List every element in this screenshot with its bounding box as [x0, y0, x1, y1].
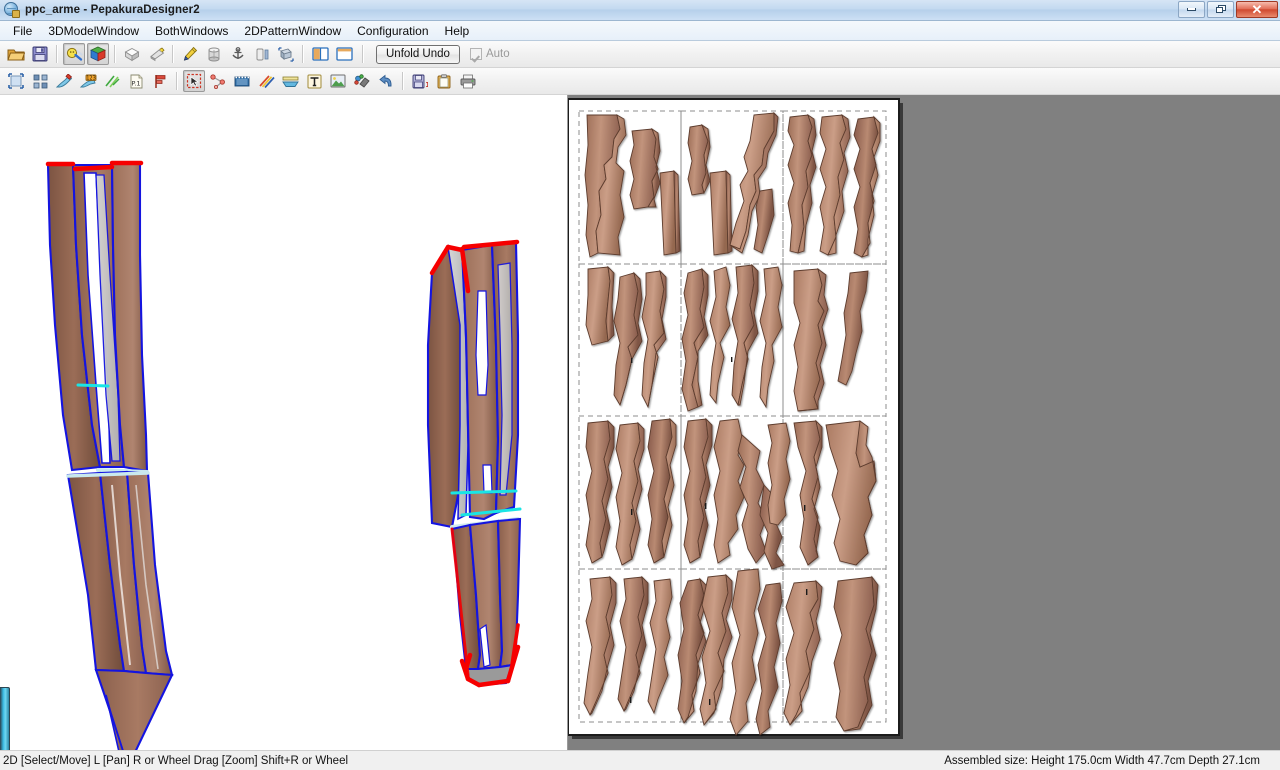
model-limb-left-lower	[66, 470, 174, 750]
save-page-icon[interactable]: 1	[409, 70, 431, 92]
window-title: ppc_arme - PepakuraDesigner2	[25, 4, 200, 16]
menu-item-help[interactable]: Help	[437, 22, 478, 40]
toolbar-separator	[176, 72, 178, 90]
unfold-undo-button[interactable]: Unfold Undo	[376, 44, 460, 64]
maximize-button[interactable]	[1207, 1, 1234, 18]
toolbar-separator	[402, 72, 404, 90]
model-limb-right-lower	[450, 517, 522, 688]
image-tool-icon[interactable]	[327, 70, 349, 92]
3d-model-pane[interactable]	[0, 95, 568, 750]
toolbar-separator	[302, 45, 304, 63]
edge-connect-icon[interactable]	[207, 70, 229, 92]
window-controls: ✕	[1178, 1, 1278, 18]
clipboard-icon[interactable]	[433, 70, 455, 92]
split-window-icon[interactable]	[309, 43, 331, 65]
cylinder-icon[interactable]	[203, 43, 225, 65]
page-number-icon[interactable]: P.1	[125, 70, 147, 92]
model-limb-right	[426, 239, 522, 529]
single-window-icon[interactable]	[333, 43, 355, 65]
hidden-panel-edge-handle[interactable]	[0, 687, 10, 750]
menu-bar: File 3DModelWindow BothWindows 2DPattern…	[0, 21, 1280, 41]
rotate-model-icon[interactable]	[275, 43, 297, 65]
svg-text:P.1: P.1	[131, 79, 140, 87]
flat-shading-icon[interactable]	[121, 43, 143, 65]
arrange-parts-icon[interactable]	[29, 70, 51, 92]
close-button[interactable]: ✕	[1236, 1, 1278, 18]
save-disk-icon[interactable]	[29, 43, 51, 65]
auto-label: Auto	[485, 48, 510, 60]
print-icon[interactable]	[457, 70, 479, 92]
minimize-icon	[1187, 8, 1196, 11]
auto-checkbox[interactable]: Auto	[469, 48, 510, 60]
open-folder-icon[interactable]	[5, 43, 27, 65]
primary-toolbar: Unfold Undo Auto	[0, 41, 1280, 68]
select-region-icon[interactable]	[5, 70, 27, 92]
maximize-icon	[1215, 5, 1226, 14]
toolbar-separator	[172, 45, 174, 63]
toolbar-separator	[362, 45, 364, 63]
menu-item-configuration[interactable]: Configuration	[349, 22, 436, 40]
menu-item-3dmodelwindow[interactable]: 3DModelWindow	[40, 22, 147, 40]
minimize-button[interactable]	[1178, 1, 1205, 18]
checkbox-icon	[469, 48, 482, 60]
unfold-tool-icon[interactable]	[63, 43, 85, 65]
color-cube-icon[interactable]	[87, 43, 109, 65]
anchor-join-icon[interactable]	[227, 43, 249, 65]
app-globe-scissors-icon	[4, 2, 20, 18]
pencil-edit-icon[interactable]	[179, 43, 201, 65]
2d-pattern-pane[interactable]	[568, 95, 1280, 750]
flap-tab-icon[interactable]	[279, 70, 301, 92]
number-labels-icon[interactable]: 123	[77, 70, 99, 92]
svg-text:123: 123	[86, 75, 96, 81]
assembled-size-readout: Assembled size: Height 175.0cm Width 47.…	[944, 754, 1260, 767]
smooth-shading-icon[interactable]	[145, 43, 167, 65]
status-hint: 2D [Select/Move] L [Pan] R or Wheel Drag…	[3, 754, 349, 767]
status-bar: 2D [Select/Move] L [Pan] R or Wheel Drag…	[0, 750, 1280, 770]
fold-line-icon[interactable]	[255, 70, 277, 92]
model-limb-left	[45, 160, 149, 474]
title-bar: ppc_arme - PepakuraDesigner2 ✕	[0, 0, 1280, 21]
menu-item-bothwindows[interactable]: BothWindows	[147, 22, 236, 40]
close-icon: ✕	[1251, 2, 1263, 17]
3d-model-canvas	[45, 160, 522, 750]
flip-edge-icon[interactable]	[101, 70, 123, 92]
flag-marker-icon[interactable]	[149, 70, 171, 92]
secondary-toolbar: 123 P.1 1	[0, 68, 1280, 95]
paint-edge-icon[interactable]	[53, 70, 75, 92]
cut-line-icon[interactable]	[231, 70, 253, 92]
toolbar-separator	[56, 45, 58, 63]
toolbar-separator	[114, 45, 116, 63]
svg-text:1: 1	[425, 81, 428, 89]
menu-item-2dpatternwindow[interactable]: 2DPatternWindow	[236, 22, 349, 40]
2d-pattern-canvas	[568, 98, 903, 739]
undo-arrow-icon[interactable]	[375, 70, 397, 92]
menu-item-file[interactable]: File	[5, 22, 40, 40]
workspace	[0, 95, 1280, 750]
text-tool-icon[interactable]	[303, 70, 325, 92]
application-window: ppc_arme - PepakuraDesigner2 ✕ File 3DMo…	[0, 0, 1280, 770]
select-move-cursor-icon[interactable]	[183, 70, 205, 92]
texture-paint-icon[interactable]	[351, 70, 373, 92]
split-face-icon[interactable]	[251, 43, 273, 65]
